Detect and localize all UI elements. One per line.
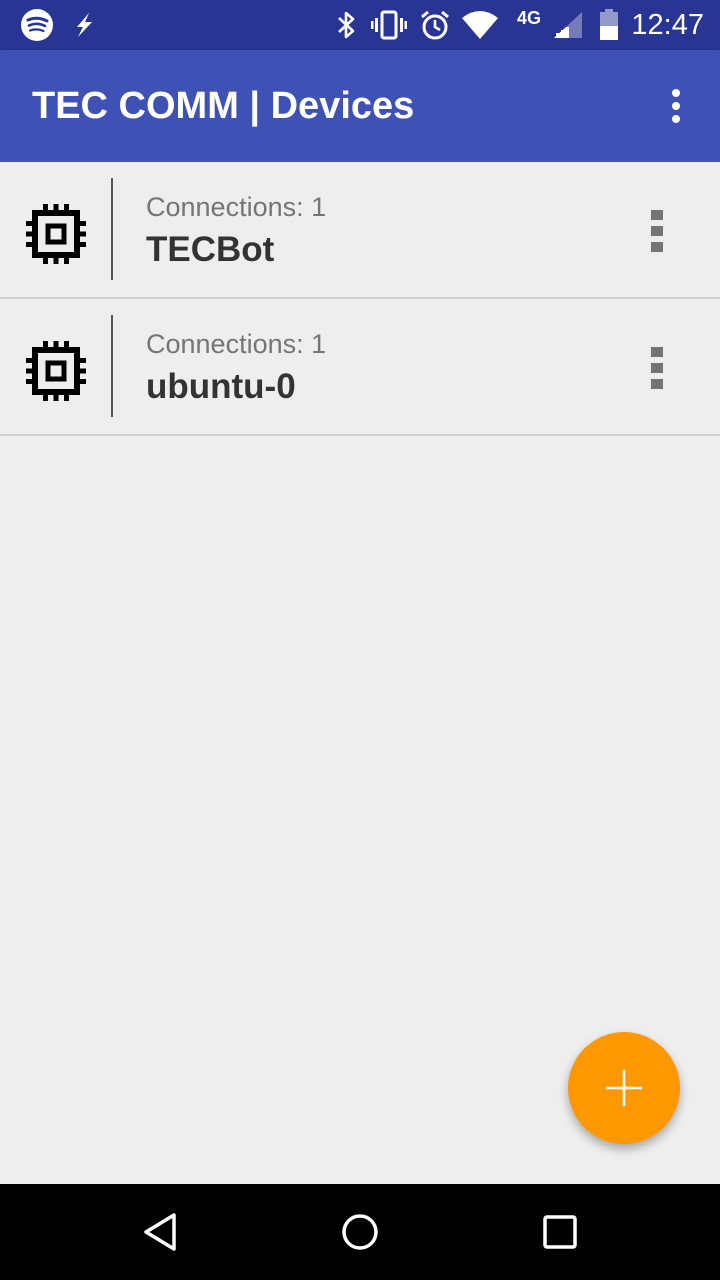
status-bar: 4G 12:47 bbox=[0, 0, 720, 50]
item-divider bbox=[111, 178, 113, 280]
back-icon[interactable] bbox=[120, 1184, 200, 1280]
more-vert-icon[interactable] bbox=[654, 84, 698, 128]
spotify-icon bbox=[18, 0, 56, 50]
battery-icon bbox=[596, 0, 622, 50]
wifi-icon bbox=[460, 0, 500, 50]
lte-icon: 4G bbox=[516, 8, 541, 28]
more-vert-icon[interactable] bbox=[634, 341, 680, 395]
device-list: Connections: 1 TECBot Connections: 1 ubu… bbox=[0, 162, 720, 436]
device-name: TECBot bbox=[146, 230, 275, 269]
chip-icon bbox=[24, 202, 88, 266]
recents-icon[interactable] bbox=[520, 1184, 600, 1280]
chip-icon bbox=[24, 339, 88, 403]
device-item-tecbot[interactable]: Connections: 1 TECBot bbox=[0, 162, 720, 299]
device-name: ubuntu-0 bbox=[146, 367, 296, 406]
vibrate-icon bbox=[370, 0, 408, 50]
signal-icon bbox=[550, 0, 586, 50]
page-title: TEC COMM | Devices bbox=[32, 85, 415, 127]
alarm-icon bbox=[418, 0, 452, 50]
device-item-ubuntu-0[interactable]: Connections: 1 ubuntu-0 bbox=[0, 299, 720, 436]
device-connections: Connections: 1 bbox=[146, 329, 327, 359]
more-vert-icon[interactable] bbox=[634, 204, 680, 258]
add-device-button[interactable] bbox=[568, 1032, 680, 1144]
flash-icon bbox=[66, 0, 102, 50]
home-icon[interactable] bbox=[320, 1184, 400, 1280]
device-connections: Connections: 1 bbox=[146, 192, 327, 222]
navigation-bar bbox=[0, 1184, 720, 1280]
status-clock: 12:47 bbox=[631, 9, 704, 41]
plus-icon bbox=[604, 1068, 644, 1108]
app-bar: TEC COMM | Devices bbox=[0, 50, 720, 162]
bluetooth-icon bbox=[332, 0, 362, 50]
item-divider bbox=[111, 315, 113, 417]
